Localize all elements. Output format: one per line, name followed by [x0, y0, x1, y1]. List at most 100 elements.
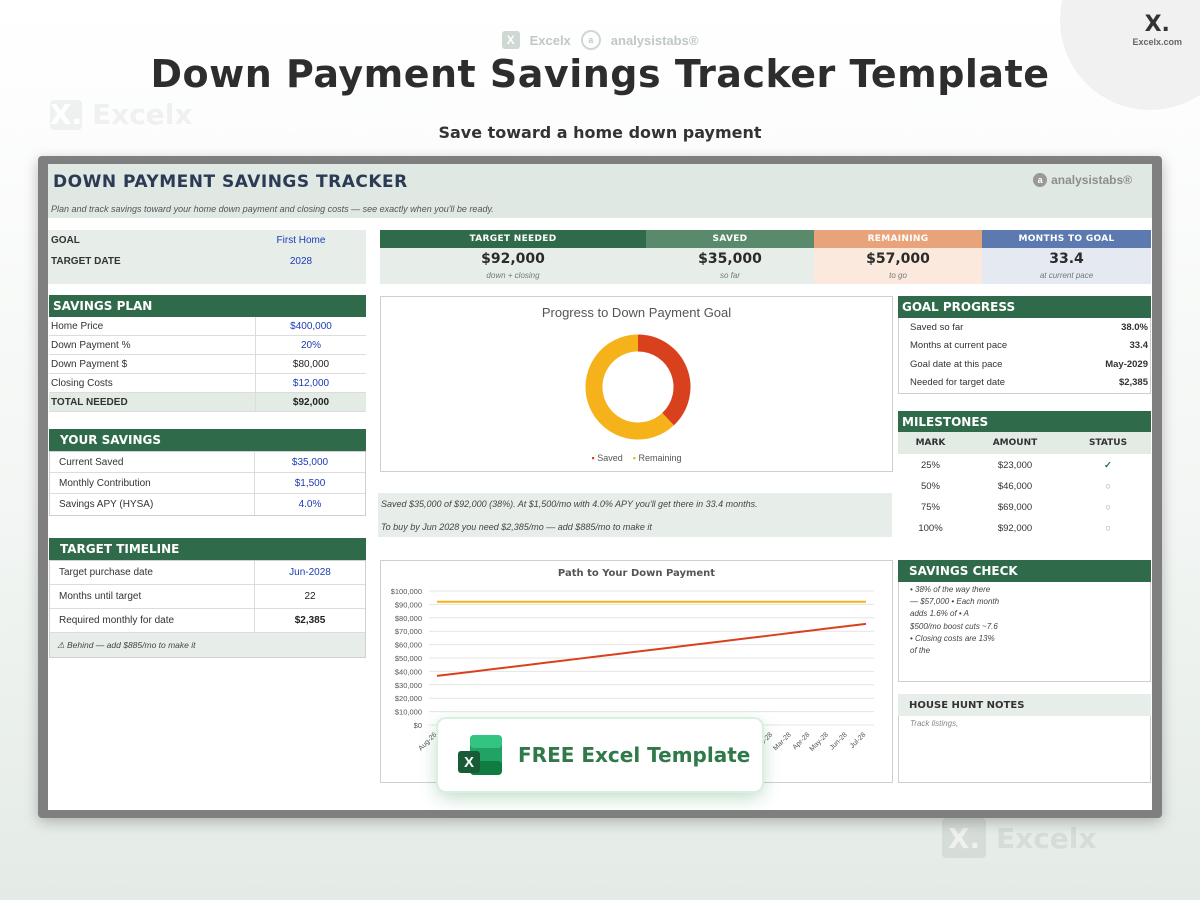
brand-strip: X Excelx a analysistabs®: [0, 30, 1200, 50]
table-row: Savings APY (HYSA) 4.0%: [50, 494, 365, 515]
goal-band: GOAL First Home TARGET DATE 2028: [48, 230, 366, 284]
row-label: Savings APY (HYSA): [59, 499, 154, 510]
summary-line-2: To buy by Jun 2028 you need $2,385/mo — …: [381, 522, 652, 532]
x-tick-label: May-28: [809, 731, 831, 753]
house-hunt-notes-area[interactable]: Track listings,: [898, 716, 1151, 783]
table-row: Monthly Contribution $1,500: [50, 473, 365, 494]
milestones-header: MILESTONES: [898, 411, 1151, 432]
excel-icon: X: [456, 731, 504, 779]
row-label: Down Payment $: [51, 358, 128, 370]
watermark-excelx-bottom: X. Excelx: [942, 818, 1096, 858]
excelx-logo-icon: X: [501, 31, 520, 49]
savings-plan-header: SAVINGS PLAN: [49, 295, 366, 317]
goal-progress-row: Saved so far 38.0%: [910, 322, 1148, 333]
table-row: Down Payment $ $80,000: [49, 355, 366, 374]
savings-check-header: SAVINGS CHECK: [898, 560, 1151, 582]
down-payment-pct-input[interactable]: 20%: [255, 336, 366, 354]
svg-text:X: X: [464, 754, 474, 771]
summary-notes: Saved $35,000 of $92,000 (38%). At $1,50…: [378, 493, 892, 537]
total-value: $92,000: [255, 393, 366, 411]
your-savings-header: YOUR SAVINGS: [49, 429, 366, 451]
brand-analysistabs: analysistabs®: [610, 32, 699, 48]
row-label: Down Payment %: [51, 339, 131, 351]
months-until-target: 22: [254, 585, 365, 608]
table-row: Closing Costs $12,000: [49, 374, 366, 393]
donut-chart: [585, 334, 691, 440]
kpi-months-to-goal: MONTHS TO GOAL 33.4 at current pace: [982, 230, 1151, 284]
y-tick-label: $80,000: [395, 614, 422, 623]
col-status: STATUS: [1088, 438, 1128, 448]
total-label: TOTAL NEEDED: [51, 396, 128, 408]
timeline-warning: ⚠ Behind — add $885/mo to make it: [50, 633, 365, 657]
y-tick-label: $60,000: [395, 641, 422, 650]
apy-input[interactable]: 4.0%: [254, 494, 365, 515]
goal-progress-header: GOAL PROGRESS: [898, 296, 1151, 318]
table-row: Required monthly for date $2,385: [50, 609, 365, 633]
savings-check-text: • 38% of the way there — $57,000 • Each …: [910, 585, 1000, 656]
kpi-value: $57,000: [866, 251, 930, 267]
kpi-saved: SAVED $35,000 so far: [646, 230, 814, 284]
y-tick-label: $40,000: [395, 667, 422, 676]
page-subtitle: Save toward a home down payment: [438, 123, 762, 142]
y-tick-label: $30,000: [395, 681, 422, 690]
milestone-row: 50% $46,000 ○: [898, 476, 1151, 497]
house-hunt-placeholder: Track listings,: [910, 719, 959, 728]
milestone-row: 25% $23,000 ✓: [898, 455, 1151, 476]
summary-line-1: Saved $35,000 of $92,000 (38%). At $1,50…: [381, 499, 758, 509]
y-tick-label: $50,000: [395, 654, 422, 663]
row-label: Months until target: [59, 591, 142, 602]
house-hunt-header: HOUSE HUNT NOTES: [898, 694, 1151, 716]
status-pending-icon: ○: [1105, 481, 1111, 492]
goal-progress-row: Months at current pace 33.4: [910, 340, 1148, 351]
y-tick-label: $70,000: [395, 627, 422, 636]
kpi-target-needed: TARGET NEEDED $92,000 down + closing: [380, 230, 646, 284]
required-monthly: $2,385: [254, 609, 365, 632]
kpi-remaining: REMAINING $57,000 to go: [814, 230, 982, 284]
milestones-columns: MARK AMOUNT STATUS: [898, 432, 1151, 454]
analysistabs-icon: a: [1033, 173, 1048, 187]
y-tick-label: $0: [414, 721, 422, 730]
status-pending-icon: ○: [1105, 523, 1111, 534]
status-pending-icon: ○: [1105, 502, 1111, 513]
kpi-header: MONTHS TO GOAL: [982, 230, 1151, 248]
closing-costs-input[interactable]: $12,000: [255, 374, 366, 392]
monthly-contribution-input[interactable]: $1,500: [254, 473, 365, 493]
y-tick-label: $20,000: [395, 694, 422, 703]
row-label: Target purchase date: [59, 567, 153, 578]
table-row: Home Price $400,000: [49, 317, 366, 336]
status-check-icon: ✓: [1104, 460, 1112, 471]
target-date-value[interactable]: 2028: [241, 256, 361, 267]
x-tick-label: Jul-28: [849, 731, 868, 750]
sheet-brand: a analysistabs®: [1033, 173, 1132, 187]
sheet-header: DOWN PAYMENT SAVINGS TRACKER Plan and tr…: [48, 164, 1152, 218]
current-saved-input[interactable]: $35,000: [254, 452, 365, 472]
col-mark: MARK: [915, 438, 946, 448]
y-tick-label: $10,000: [395, 708, 422, 717]
milestone-row: 100% $92,000 ○: [898, 518, 1151, 539]
kpi-header: SAVED: [646, 230, 814, 248]
kpi-value: $35,000: [698, 251, 762, 267]
home-price-input[interactable]: $400,000: [255, 317, 366, 335]
table-row: Down Payment % 20%: [49, 336, 366, 355]
y-tick-label: $100,000: [391, 587, 422, 596]
kpi-sub: to go: [889, 271, 907, 280]
donut-legend: ▪ Saved ▪ Remaining: [381, 453, 892, 463]
sheet-description: Plan and track savings toward your home …: [51, 204, 494, 214]
target-purchase-date-input[interactable]: Jun-2028: [254, 561, 365, 584]
table-row: Months until target 22: [50, 585, 365, 609]
goal-value[interactable]: First Home: [241, 235, 361, 246]
goal-progress-row: Needed for target date $2,385: [910, 377, 1148, 388]
kpi-sub: at current pace: [1039, 271, 1094, 280]
kpi-sub: down + closing: [486, 271, 540, 280]
kpi-value: $92,000: [481, 251, 545, 267]
table-row: Target purchase date Jun-2028: [50, 561, 365, 585]
donut-chart-panel: Progress to Down Payment Goal ▪ Saved ▪ …: [380, 296, 893, 472]
legend-saved: ▪ Saved: [591, 453, 623, 463]
table-row: Current Saved $35,000: [50, 452, 365, 473]
row-label: Current Saved: [59, 456, 124, 468]
row-label: Closing Costs: [51, 377, 113, 389]
down-payment-amount: $80,000: [255, 355, 366, 373]
row-label: Monthly Contribution: [59, 477, 151, 489]
analysistabs-logo-icon: a: [580, 30, 601, 50]
free-template-button[interactable]: X FREE Excel Template: [438, 719, 762, 791]
